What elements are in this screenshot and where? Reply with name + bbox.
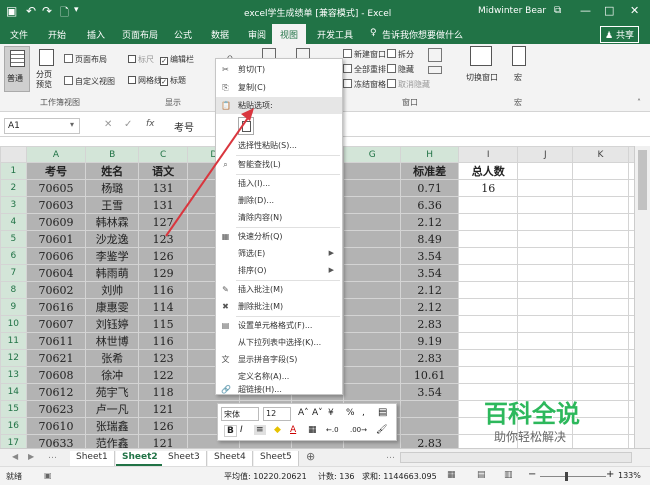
- sheet-more-right-icon[interactable]: …: [386, 451, 395, 461]
- horizontal-scrollbar[interactable]: [400, 452, 632, 463]
- zoom-slider-thumb[interactable]: [565, 472, 568, 481]
- status-bar: 就绪 ▣ 平均值: 10220.20621 计数: 136 求和: 114466…: [0, 466, 650, 485]
- sheet-tabs-bar: ◀ ▶ … Sheet1 Sheet2 Sheet3 Sheet4 Sheet5…: [0, 448, 650, 466]
- sheet-nav-right-icon[interactable]: ▶: [28, 452, 34, 461]
- arrow-line: [165, 111, 253, 237]
- arrow-head: [241, 108, 254, 121]
- status-average: 平均值: 10220.20621: [224, 472, 307, 481]
- normal-view-status-icon[interactable]: ▦: [447, 470, 456, 480]
- zoom-in-button[interactable]: +: [606, 469, 614, 480]
- sheet-tab-4[interactable]: Sheet4: [208, 451, 253, 466]
- status-sum: 求和: 1144663.095: [362, 472, 437, 481]
- watermark-title: 百科全说: [484, 400, 580, 428]
- page-break-status-icon[interactable]: ▥: [504, 470, 513, 480]
- page-layout-status-icon[interactable]: ▤: [477, 470, 486, 480]
- watermark-subtitle: 助你轻松解决: [494, 430, 567, 444]
- zoom-out-button[interactable]: −: [528, 469, 536, 480]
- status-count: 计数: 136: [318, 472, 355, 481]
- sheet-tab-5[interactable]: Sheet5: [254, 451, 299, 466]
- sheet-more-left-icon[interactable]: …: [48, 451, 57, 461]
- zoom-slider[interactable]: [540, 476, 606, 477]
- sheet-nav-left-icon[interactable]: ◀: [12, 452, 18, 461]
- zoom-level[interactable]: 133%: [618, 471, 641, 480]
- add-sheet-icon[interactable]: ⊕: [306, 450, 315, 463]
- status-ready: 就绪: [6, 472, 22, 481]
- sheet-tab-2[interactable]: Sheet2: [116, 451, 165, 466]
- sheet-tab-1[interactable]: Sheet1: [70, 451, 115, 466]
- macro-record-icon[interactable]: ▣: [44, 471, 52, 480]
- sheet-tab-3[interactable]: Sheet3: [162, 451, 207, 466]
